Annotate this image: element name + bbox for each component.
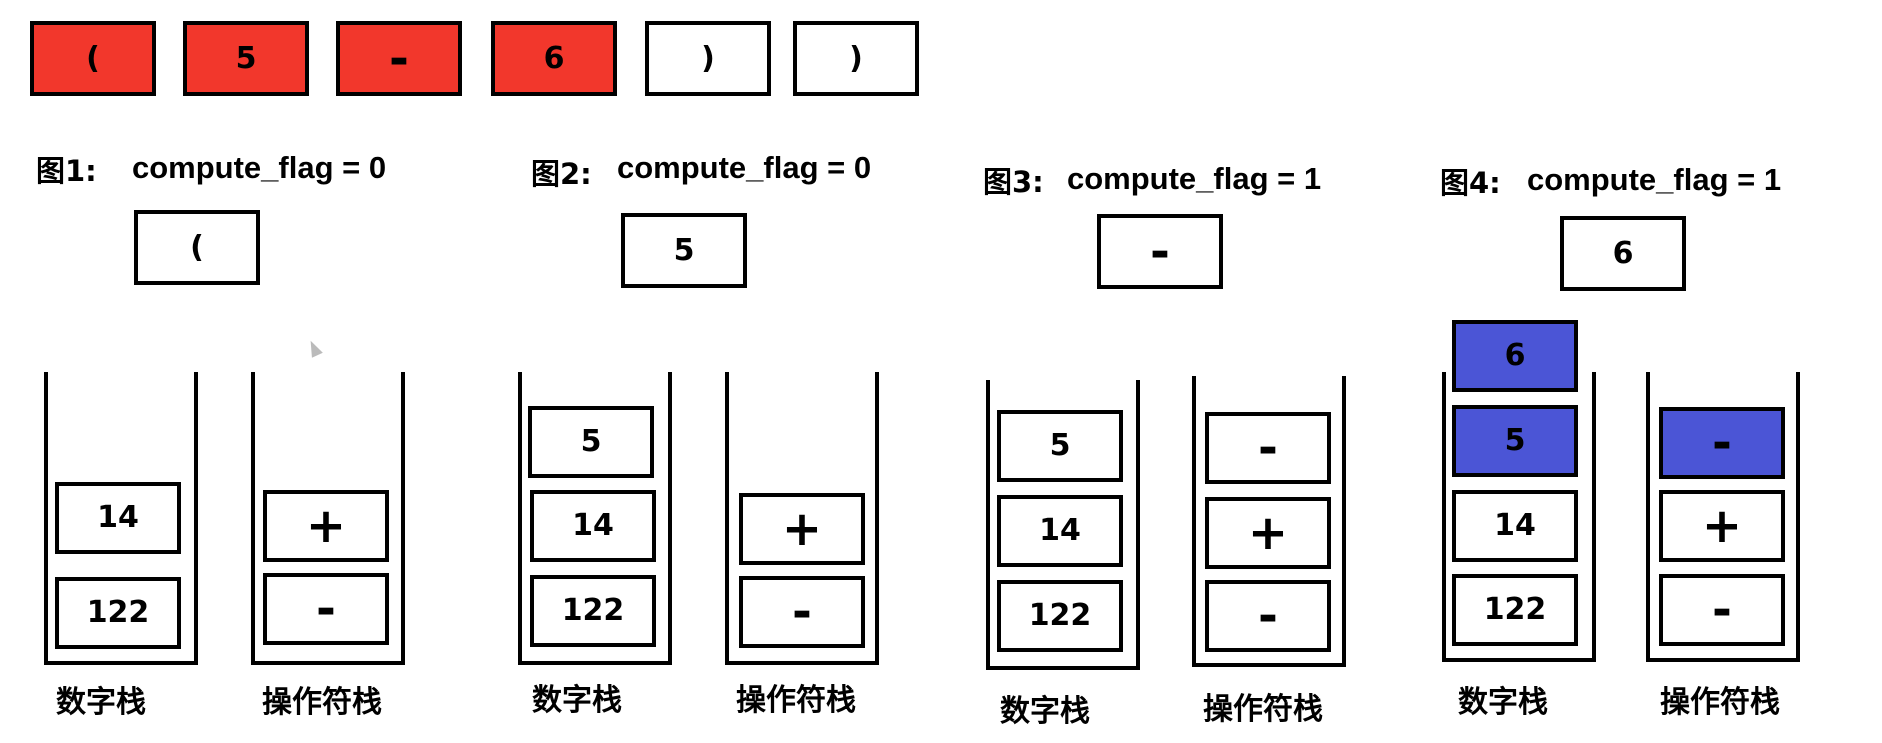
stack-value: +: [781, 501, 823, 557]
current-token: -: [1097, 214, 1223, 289]
flag-value: compute_flag = 1: [1067, 161, 1322, 196]
stack-value: -: [1258, 588, 1278, 644]
current-token-label: 5: [673, 232, 695, 268]
panel-title: 图4:: [1440, 167, 1501, 198]
stack-cell: 14: [55, 482, 181, 554]
stack-cell: 122: [530, 575, 656, 647]
stack-value: 122: [86, 595, 150, 630]
current-token-label: 6: [1612, 235, 1634, 271]
mouse-cursor-icon: [305, 338, 323, 358]
stack-value: 122: [1028, 598, 1092, 633]
label-text: 操作符栈: [1660, 685, 1780, 720]
stack-cell: -: [1205, 580, 1331, 652]
panel-title: 图1:: [36, 155, 97, 186]
flag-text: compute_flag = 0: [132, 152, 386, 183]
stack-value: 14: [572, 508, 614, 543]
current-token: 5: [621, 213, 747, 288]
token-six: 6: [491, 21, 617, 96]
label-text: 操作符栈: [736, 683, 856, 718]
stack-value: -: [792, 584, 812, 640]
current-token: (: [134, 210, 260, 285]
flag-value: compute_flag = 1: [1527, 162, 1782, 197]
label-text: 数字栈: [1458, 685, 1548, 720]
number-stack-label: 数字栈: [1458, 688, 1548, 718]
token-minus: -: [336, 21, 462, 96]
figure-label: 图3:: [983, 165, 1044, 199]
token-five: 5: [183, 21, 309, 96]
token-close-paren: ): [793, 21, 919, 96]
stack-value: +: [1701, 498, 1743, 554]
stack-value: 5: [1504, 423, 1526, 458]
flag-text: compute_flag = 0: [617, 152, 871, 183]
stack-cell: +: [1659, 490, 1785, 562]
flag-value: compute_flag = 0: [132, 150, 387, 185]
token-label: ): [849, 40, 863, 76]
panel-title: 图3:: [983, 166, 1044, 197]
current-token-label: -: [1150, 223, 1170, 280]
stack-cell: 122: [997, 580, 1123, 652]
stack-value: 5: [1049, 428, 1071, 463]
label-text: 数字栈: [1000, 694, 1090, 729]
stack-value: -: [1712, 582, 1732, 638]
label-text: 操作符栈: [262, 685, 382, 720]
stack-cell-highlighted: 5: [1452, 405, 1578, 477]
token-label: 6: [543, 40, 565, 76]
figure-label: 图2:: [531, 157, 592, 191]
token-label: 5: [235, 40, 257, 76]
stack-cell: +: [263, 490, 389, 562]
stack-cell: -: [1659, 574, 1785, 646]
token-label: -: [389, 30, 409, 87]
flag-value: compute_flag = 0: [617, 150, 872, 185]
stack-value: +: [305, 498, 347, 554]
stack-cell: 122: [55, 577, 181, 649]
stack-value: +: [1247, 505, 1289, 561]
stack-value: 5: [580, 424, 602, 459]
stack-value: 14: [97, 500, 139, 535]
flag-text: compute_flag = 1: [1527, 164, 1781, 195]
flag-text: compute_flag = 1: [1067, 163, 1321, 194]
operator-stack-label: 操作符栈: [262, 688, 382, 718]
label-text: 数字栈: [532, 683, 622, 718]
stack-cell-highlighted: 6: [1452, 320, 1578, 392]
stack-cell: -: [1205, 412, 1331, 484]
stack-cell: 14: [1452, 490, 1578, 562]
stack-cell: 14: [530, 490, 656, 562]
stack-cell: 5: [997, 410, 1123, 482]
stack-cell: +: [1205, 497, 1331, 569]
stack-value: 122: [1483, 592, 1547, 627]
token-open-paren: (: [30, 21, 156, 96]
operator-stack-label: 操作符栈: [1203, 695, 1323, 725]
panel-title: 图2:: [531, 158, 592, 189]
stack-value: -: [316, 581, 336, 637]
label-text: 操作符栈: [1203, 692, 1323, 727]
stack-cell: -: [739, 576, 865, 648]
figure-label: 图1:: [36, 154, 97, 188]
number-stack-label: 数字栈: [532, 686, 622, 716]
stack-cell: -: [263, 573, 389, 645]
current-token-label: (: [190, 229, 204, 265]
number-stack-label: 数字栈: [1000, 697, 1090, 727]
current-token: 6: [1560, 216, 1686, 291]
stack-value: -: [1258, 420, 1278, 476]
stack-cell: 5: [528, 406, 654, 478]
stack-value: 6: [1504, 338, 1526, 373]
token-close-paren: ): [645, 21, 771, 96]
token-label: (: [86, 40, 100, 76]
stack-cell-highlighted: -: [1659, 407, 1785, 479]
operator-stack-label: 操作符栈: [736, 686, 856, 716]
stack-value: 122: [561, 593, 625, 628]
operator-stack-label: 操作符栈: [1660, 688, 1780, 718]
number-stack-label: 数字栈: [56, 688, 146, 718]
stack-value: 14: [1494, 508, 1536, 543]
token-label: ): [701, 40, 715, 76]
stack-value: 14: [1039, 513, 1081, 548]
figure-label: 图4:: [1440, 166, 1501, 200]
label-text: 数字栈: [56, 685, 146, 720]
stack-value: -: [1712, 415, 1732, 471]
stack-cell: +: [739, 493, 865, 565]
stack-cell: 14: [997, 495, 1123, 567]
stack-cell: 122: [1452, 574, 1578, 646]
